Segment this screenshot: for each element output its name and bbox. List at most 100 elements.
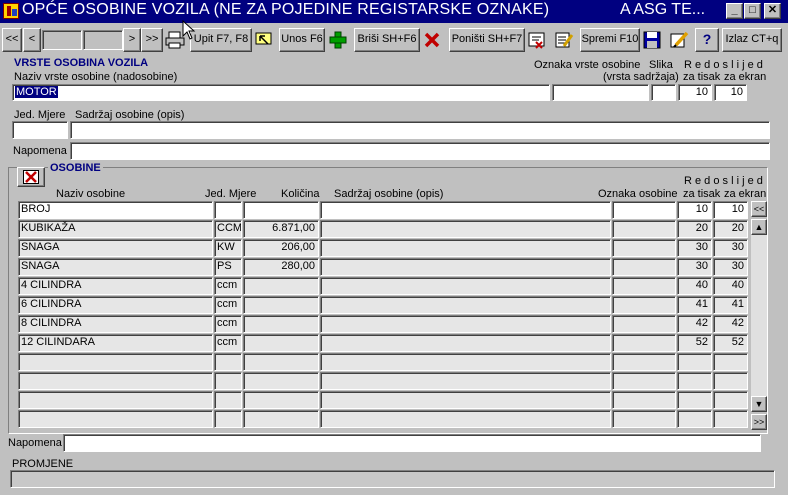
cell-screen[interactable]	[713, 410, 748, 428]
cell-qty[interactable]	[243, 315, 319, 333]
cell-name[interactable]	[18, 391, 213, 409]
prev-record-button[interactable]: <	[23, 28, 41, 52]
pencil-icon[interactable]	[669, 30, 689, 50]
cell-content[interactable]	[320, 201, 611, 219]
cell-code[interactable]	[612, 334, 676, 352]
cell-content[interactable]	[320, 296, 611, 314]
cell-qty[interactable]: 6.871,00	[243, 220, 319, 238]
cell-print[interactable]	[677, 410, 712, 428]
scroll-top-button[interactable]: <<	[751, 201, 767, 217]
cell-unit[interactable]: KW	[214, 239, 242, 257]
cell-content[interactable]	[320, 315, 611, 333]
cell-name[interactable]: 6 CILINDRA	[18, 296, 213, 314]
cell-screen[interactable]: 52	[713, 334, 748, 352]
cell-print[interactable]: 52	[677, 334, 712, 352]
cell-code[interactable]	[612, 372, 676, 390]
cell-content[interactable]	[320, 353, 611, 371]
cell-content[interactable]	[320, 410, 611, 428]
cell-content[interactable]	[320, 372, 611, 390]
cell-name[interactable]	[18, 410, 213, 428]
floppy-disk-icon[interactable]	[642, 30, 662, 50]
cell-unit[interactable]	[214, 410, 242, 428]
cell-name[interactable]: 4 CILINDRA	[18, 277, 213, 295]
cell-print[interactable]: 30	[677, 239, 712, 257]
cell-screen[interactable]: 20	[713, 220, 748, 238]
next-record-button[interactable]: >	[123, 28, 141, 52]
plus-icon[interactable]	[328, 30, 348, 50]
close-button[interactable]: ✕	[764, 3, 781, 19]
cell-qty[interactable]	[243, 410, 319, 428]
cell-name[interactable]	[18, 353, 213, 371]
cell-unit[interactable]: CCM	[214, 220, 242, 238]
cell-unit[interactable]: ccm	[214, 315, 242, 333]
first-record-button[interactable]: <<	[2, 28, 22, 52]
cell-print[interactable]: 20	[677, 220, 712, 238]
cell-print[interactable]	[677, 391, 712, 409]
cell-code[interactable]	[612, 201, 676, 219]
edit-list-icon[interactable]	[554, 30, 574, 50]
cell-print[interactable]: 41	[677, 296, 712, 314]
master-screen-order-field[interactable]: 10	[714, 84, 747, 101]
cell-content[interactable]	[320, 277, 611, 295]
cell-name[interactable]: SNAGA	[18, 258, 213, 276]
master-image-field[interactable]	[651, 84, 676, 101]
delete-row-button[interactable]	[17, 167, 45, 187]
cell-content[interactable]	[320, 334, 611, 352]
cell-unit[interactable]	[214, 372, 242, 390]
query-button[interactable]: Upit F7, F8	[190, 28, 252, 52]
cell-name[interactable]: 12 CILINDARA	[18, 334, 213, 352]
query-pointer-icon[interactable]	[254, 30, 274, 50]
scroll-up-button[interactable]: ▲	[751, 219, 767, 235]
delete-x-icon[interactable]	[422, 30, 442, 50]
scroll-bottom-button[interactable]: >>	[751, 414, 767, 430]
cell-qty[interactable]	[243, 391, 319, 409]
cell-screen[interactable]: 10	[713, 201, 748, 219]
master-name-field[interactable]: MOTOR	[12, 84, 550, 101]
cell-print[interactable]: 10	[677, 201, 712, 219]
exit-button[interactable]: Izlaz CT+q	[722, 28, 782, 52]
cell-code[interactable]	[612, 315, 676, 333]
cell-code[interactable]	[612, 258, 676, 276]
cell-name[interactable]: BROJ	[18, 201, 213, 219]
cell-code[interactable]	[612, 277, 676, 295]
cell-print[interactable]: 30	[677, 258, 712, 276]
master-print-order-field[interactable]: 10	[678, 84, 712, 101]
detail-note-field[interactable]	[63, 434, 761, 452]
undo-icon[interactable]	[527, 30, 547, 50]
cell-qty[interactable]	[243, 201, 319, 219]
cell-print[interactable]: 42	[677, 315, 712, 333]
cell-code[interactable]	[612, 391, 676, 409]
save-button[interactable]: Spremi F10	[580, 28, 640, 52]
cell-qty[interactable]	[243, 353, 319, 371]
cell-screen[interactable]: 30	[713, 258, 748, 276]
cell-name[interactable]: SNAGA	[18, 239, 213, 257]
cell-qty[interactable]	[243, 277, 319, 295]
cell-unit[interactable]	[214, 201, 242, 219]
cell-qty[interactable]	[243, 296, 319, 314]
cell-screen[interactable]	[713, 353, 748, 371]
cell-unit[interactable]	[214, 391, 242, 409]
cell-code[interactable]	[612, 353, 676, 371]
cell-content[interactable]	[320, 239, 611, 257]
master-note-field[interactable]	[70, 142, 770, 160]
cell-name[interactable]	[18, 372, 213, 390]
cell-screen[interactable]	[713, 391, 748, 409]
insert-button[interactable]: Unos F6	[279, 28, 325, 52]
master-code-field[interactable]	[552, 84, 649, 101]
cell-screen[interactable]	[713, 372, 748, 390]
cell-content[interactable]	[320, 391, 611, 409]
cell-qty[interactable]	[243, 372, 319, 390]
cell-screen[interactable]: 40	[713, 277, 748, 295]
cell-code[interactable]	[612, 410, 676, 428]
cell-content[interactable]	[320, 258, 611, 276]
cell-unit[interactable]: ccm	[214, 334, 242, 352]
cell-print[interactable]	[677, 353, 712, 371]
cell-print[interactable]	[677, 372, 712, 390]
scroll-track[interactable]	[751, 235, 767, 396]
undo-button[interactable]: Poništi SH+F7	[449, 28, 525, 52]
cell-code[interactable]	[612, 220, 676, 238]
master-content-field[interactable]	[70, 121, 770, 139]
cell-name[interactable]: KUBIKAŽA	[18, 220, 213, 238]
delete-button[interactable]: Briši SH+F6	[354, 28, 420, 52]
cell-code[interactable]	[612, 296, 676, 314]
